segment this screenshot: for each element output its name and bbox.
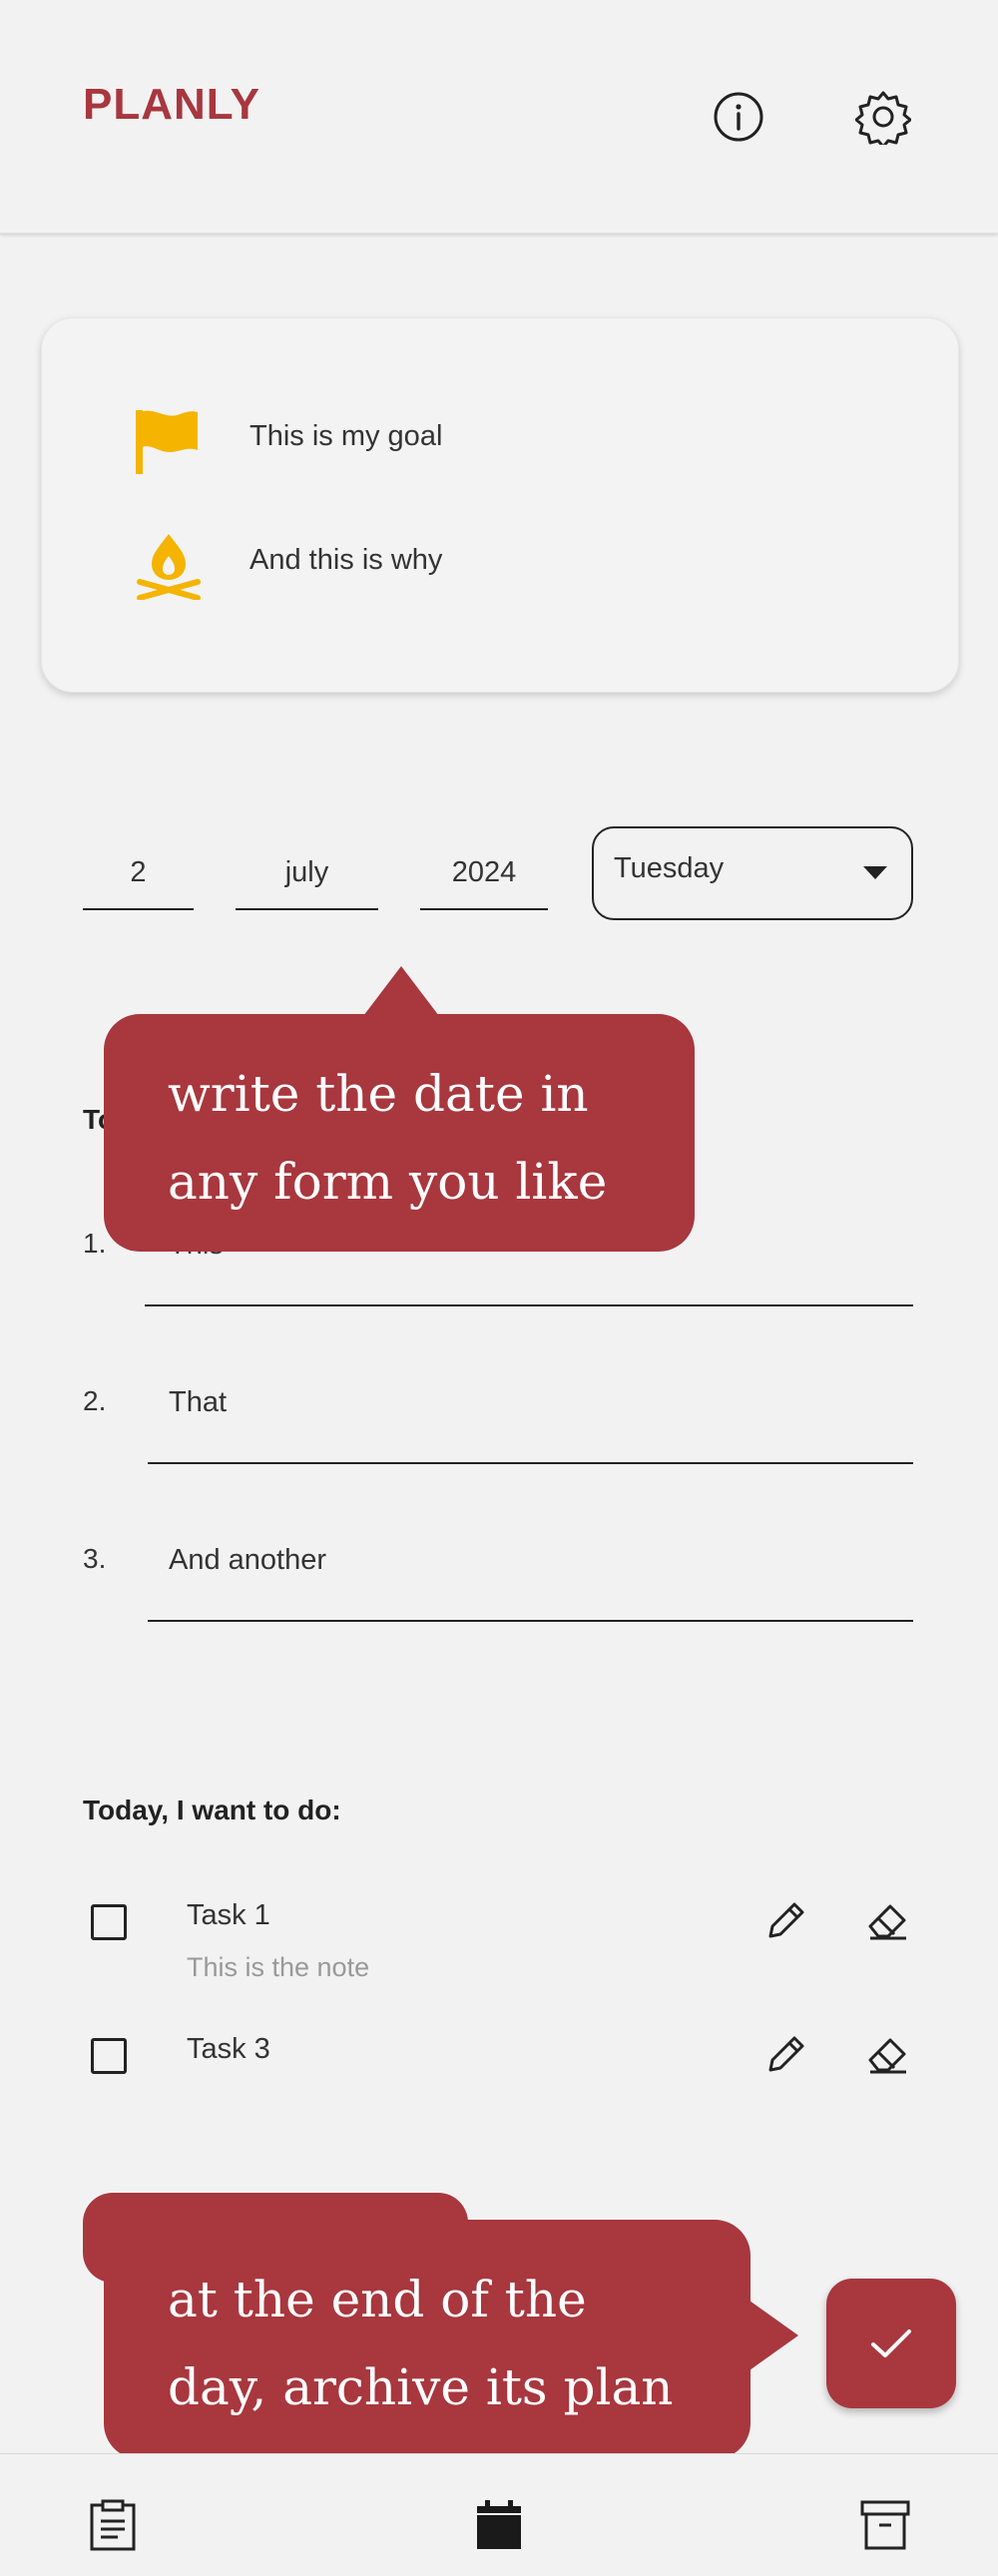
item-number: 1. [83, 1228, 107, 1259]
task-checkbox[interactable] [91, 1904, 127, 1940]
item-number: 3. [83, 1543, 107, 1574]
task-note: This is the note [187, 1952, 370, 1982]
month-input[interactable]: july [236, 836, 378, 910]
item-number: 2. [83, 1385, 107, 1416]
bottom-nav [0, 2453, 998, 2576]
clipboard-icon[interactable] [88, 2499, 138, 2551]
info-icon [714, 92, 763, 142]
weekday-value: Tuesday [614, 852, 725, 884]
settings-button[interactable] [851, 85, 915, 149]
why-text: And this is why [250, 544, 443, 576]
gear-icon [855, 91, 911, 145]
edit-icon[interactable] [764, 1898, 808, 1942]
eraser-icon[interactable] [864, 1898, 910, 1942]
tooltip-line: write the date in [168, 1065, 589, 1123]
flag-icon [136, 410, 198, 474]
eraser-icon[interactable] [864, 2032, 910, 2076]
tooltip-line: day, archive its plan [168, 2358, 674, 2416]
tooltip-line: at the end of the [168, 2271, 587, 2328]
date-tooltip: write the date in any form you like [104, 1014, 695, 1252]
weekday-select[interactable]: Tuesday [592, 826, 913, 920]
top-item-input[interactable]: And another [148, 1538, 913, 1622]
chevron-down-icon [863, 866, 887, 879]
day-input[interactable]: 2 [83, 836, 194, 910]
top-item-input[interactable]: That [148, 1380, 913, 1464]
task-title[interactable]: Task 1 [187, 1899, 270, 1932]
tooltip-arrow [363, 966, 439, 1016]
calendar-icon[interactable] [474, 2499, 524, 2551]
info-button[interactable] [707, 85, 770, 149]
edit-icon[interactable] [764, 2032, 808, 2076]
year-input[interactable]: 2024 [420, 836, 548, 910]
archive-icon[interactable] [860, 2499, 910, 2551]
tooltip-line: any form you like [168, 1153, 608, 1211]
campfire-icon [137, 534, 201, 600]
archive-tooltip: at the end of the day, archive its plan [104, 2220, 750, 2459]
task-title[interactable]: Task 3 [187, 2033, 270, 2066]
archive-plan-button[interactable] [826, 2279, 956, 2408]
goal-card[interactable]: This is my goal And this is why [41, 317, 959, 693]
check-icon [871, 2329, 911, 2357]
tooltip-arrow [743, 2296, 798, 2375]
tasks-title: Today, I want to do: [83, 1795, 341, 1825]
app-title: PLANLY [83, 80, 260, 129]
task-checkbox[interactable] [91, 2038, 127, 2074]
app-bar: PLANLY [0, 0, 998, 234]
goal-text: This is my goal [250, 420, 443, 452]
